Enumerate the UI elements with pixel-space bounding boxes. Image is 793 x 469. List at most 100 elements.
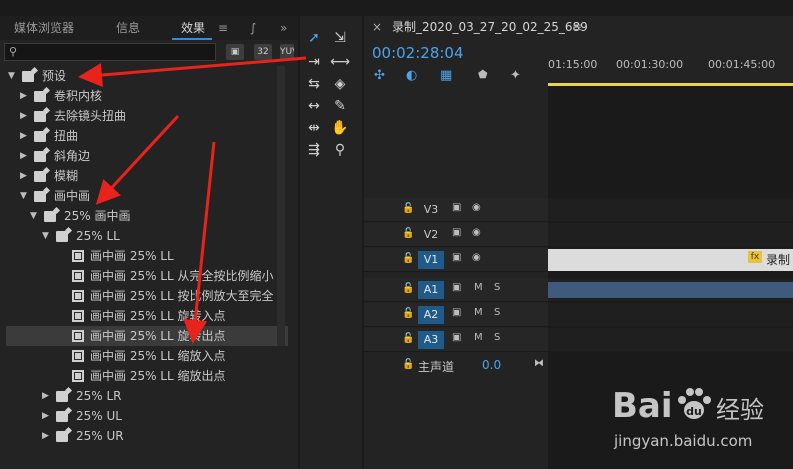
rolling-edit-tool-icon[interactable]: ⟷ xyxy=(330,52,350,72)
lock-icon[interactable]: 🔓 xyxy=(402,308,414,319)
tree-folder[interactable]: ▶ 去除镜头扭曲 xyxy=(6,106,288,126)
tree-preset[interactable]: 画中画 25% LL 缩放出点 xyxy=(6,366,288,386)
tree-folder[interactable]: ▼ 预设 xyxy=(6,66,288,86)
type-tool-icon[interactable]: ⇶ xyxy=(304,140,324,160)
sequence-menu-icon[interactable]: ≡ xyxy=(572,16,582,38)
tree-folder[interactable]: ▶ 25% UR xyxy=(6,426,288,446)
track-lane[interactable] xyxy=(548,328,793,352)
lock-icon[interactable]: 🔓 xyxy=(402,253,414,264)
track-target-button[interactable]: A3 xyxy=(418,331,444,349)
panel-menu-icon[interactable]: ≡ xyxy=(218,16,228,40)
tree-preset[interactable]: 画中画 25% LL 缩放入点 xyxy=(6,346,288,366)
tab-more[interactable]: ∫ xyxy=(250,16,256,40)
track-header[interactable]: 🔓 A2 ▣ M S xyxy=(364,303,548,327)
tab-effects[interactable]: 效果 xyxy=(181,16,205,40)
expand-icon[interactable]: ▶ xyxy=(20,146,27,166)
snap-icon[interactable]: ✣ xyxy=(374,68,385,83)
lock-icon[interactable]: 🔓 xyxy=(402,228,414,239)
tree-scrollbar[interactable] xyxy=(277,66,285,346)
sync-lock-icon[interactable]: ▣ xyxy=(452,202,461,213)
track-header[interactable]: 🔓 A1 ▣ M S xyxy=(364,278,548,302)
audio-clip[interactable] xyxy=(548,282,793,298)
sync-lock-icon[interactable]: ▣ xyxy=(452,307,461,318)
time-ruler[interactable]: 01:15:00 00:01:30:00 00:01:45:00 xyxy=(548,50,793,86)
expand-icon[interactable]: ▶ xyxy=(42,426,49,446)
track-select-tool-icon[interactable]: ⇲ xyxy=(330,28,350,48)
track-target-button[interactable]: V2 xyxy=(418,226,444,244)
zoom-tool-icon[interactable]: ⚲ xyxy=(330,140,350,160)
tree-folder[interactable]: ▶ 卷积内核 xyxy=(6,86,288,106)
tree-preset[interactable]: 画中画 25% LL 从完全按比例缩小 xyxy=(6,266,288,286)
tree-preset[interactable]: 画中画 25% LL 按比例放大至完全 xyxy=(6,286,288,306)
eye-icon[interactable]: ◉ xyxy=(472,252,481,263)
tree-folder[interactable]: ▶ 扭曲 xyxy=(6,126,288,146)
tree-preset[interactable]: 画中画 25% LL 旋转出点 xyxy=(6,326,288,346)
marker-icon[interactable]: ⬟ xyxy=(478,68,488,81)
go-to-end-icon[interactable]: ⧓ xyxy=(534,358,544,369)
sync-lock-icon[interactable]: ▣ xyxy=(452,282,461,293)
mute-button[interactable]: M xyxy=(474,307,483,318)
tree-folder[interactable]: ▶ 25% LR xyxy=(6,386,288,406)
track-header[interactable]: 🔓 V1 ▣ ◉ xyxy=(364,248,548,272)
collapse-icon[interactable]: ▼ xyxy=(42,226,49,246)
pen-tool-icon[interactable]: ✎ xyxy=(330,96,350,116)
solo-button[interactable]: S xyxy=(494,332,500,343)
track-header[interactable]: 🔓 V2 ▣ ◉ xyxy=(364,223,548,247)
eye-icon[interactable]: ◉ xyxy=(472,202,481,213)
track-header[interactable]: 🔓 A3 ▣ M S xyxy=(364,328,548,352)
track-target-button[interactable]: A2 xyxy=(418,306,444,324)
tree-preset[interactable]: 画中画 25% LL 旋转入点 xyxy=(6,306,288,326)
search-input[interactable]: ⚲ xyxy=(4,43,216,61)
tab-info[interactable]: 信息 xyxy=(116,16,140,40)
playhead-timecode[interactable]: 00:02:28:04 xyxy=(372,44,464,62)
collapse-icon[interactable]: ▼ xyxy=(20,186,27,206)
lock-icon[interactable]: 🔓 xyxy=(402,203,414,214)
tree-folder[interactable]: ▼ 画中画 xyxy=(6,186,288,206)
expand-icon[interactable]: ▶ xyxy=(42,386,49,406)
tree-folder[interactable]: ▼ 25% LL xyxy=(6,226,288,246)
sync-lock-icon[interactable]: ▣ xyxy=(452,332,461,343)
track-target-button[interactable]: V3 xyxy=(418,201,444,219)
expand-icon[interactable]: ▶ xyxy=(20,86,27,106)
32bit-effects-button[interactable]: 32 xyxy=(254,44,272,60)
lock-icon[interactable]: 🔓 xyxy=(402,283,414,294)
eye-icon[interactable]: ◉ xyxy=(472,227,481,238)
yuv-effects-button[interactable]: YUV xyxy=(280,44,294,60)
track-lane[interactable] xyxy=(548,303,793,327)
sync-lock-icon[interactable]: ▣ xyxy=(452,227,461,238)
razor-tool-icon[interactable]: ◈ xyxy=(330,74,350,94)
slide-tool-icon[interactable]: ⇹ xyxy=(304,118,324,138)
sync-lock-icon[interactable]: ▣ xyxy=(452,252,461,263)
lock-icon[interactable]: 🔓 xyxy=(402,333,414,344)
lock-icon[interactable]: 🔓 xyxy=(402,359,414,370)
tree-folder[interactable]: ▶ 模糊 xyxy=(6,166,288,186)
track-target-button[interactable]: A1 xyxy=(418,281,444,299)
track-target-button[interactable]: V1 xyxy=(418,251,444,269)
tree-folder[interactable]: ▶ 斜角边 xyxy=(6,146,288,166)
overflow-tabs-icon[interactable]: » xyxy=(280,16,287,40)
tab-media-browser[interactable]: 媒体浏览器 xyxy=(14,16,74,40)
master-volume[interactable]: 0.0 xyxy=(482,358,501,372)
selection-tool-icon[interactable]: ➚ xyxy=(304,28,324,48)
accelerated-effects-button[interactable]: ▣ xyxy=(226,44,244,60)
expand-icon[interactable]: ▶ xyxy=(20,166,27,186)
tree-folder[interactable]: ▶ 25% UL xyxy=(6,406,288,426)
track-lane[interactable] xyxy=(548,198,793,222)
collapse-icon[interactable]: ▼ xyxy=(30,206,37,226)
close-tab-icon[interactable]: × xyxy=(372,16,382,38)
mute-button[interactable]: M xyxy=(474,332,483,343)
solo-button[interactable]: S xyxy=(494,307,500,318)
collapse-icon[interactable]: ▼ xyxy=(8,66,15,86)
hand-tool-icon[interactable]: ✋ xyxy=(330,118,350,138)
expand-icon[interactable]: ▶ xyxy=(42,406,49,426)
tree-folder[interactable]: ▼ 25% 画中画 xyxy=(6,206,288,226)
rate-stretch-tool-icon[interactable]: ⇆ xyxy=(304,74,324,94)
expand-icon[interactable]: ▶ xyxy=(20,106,27,126)
slip-tool-icon[interactable]: ↔ xyxy=(304,96,324,116)
wrench-icon[interactable]: ✦ xyxy=(510,68,521,83)
expand-icon[interactable]: ▶ xyxy=(20,126,27,146)
track-header[interactable]: 🔓 V3 ▣ ◉ xyxy=(364,198,548,222)
mute-button[interactable]: M xyxy=(474,282,483,293)
tree-preset[interactable]: 画中画 25% LL xyxy=(6,246,288,266)
add-marker-icon[interactable]: ▦ xyxy=(440,68,452,83)
